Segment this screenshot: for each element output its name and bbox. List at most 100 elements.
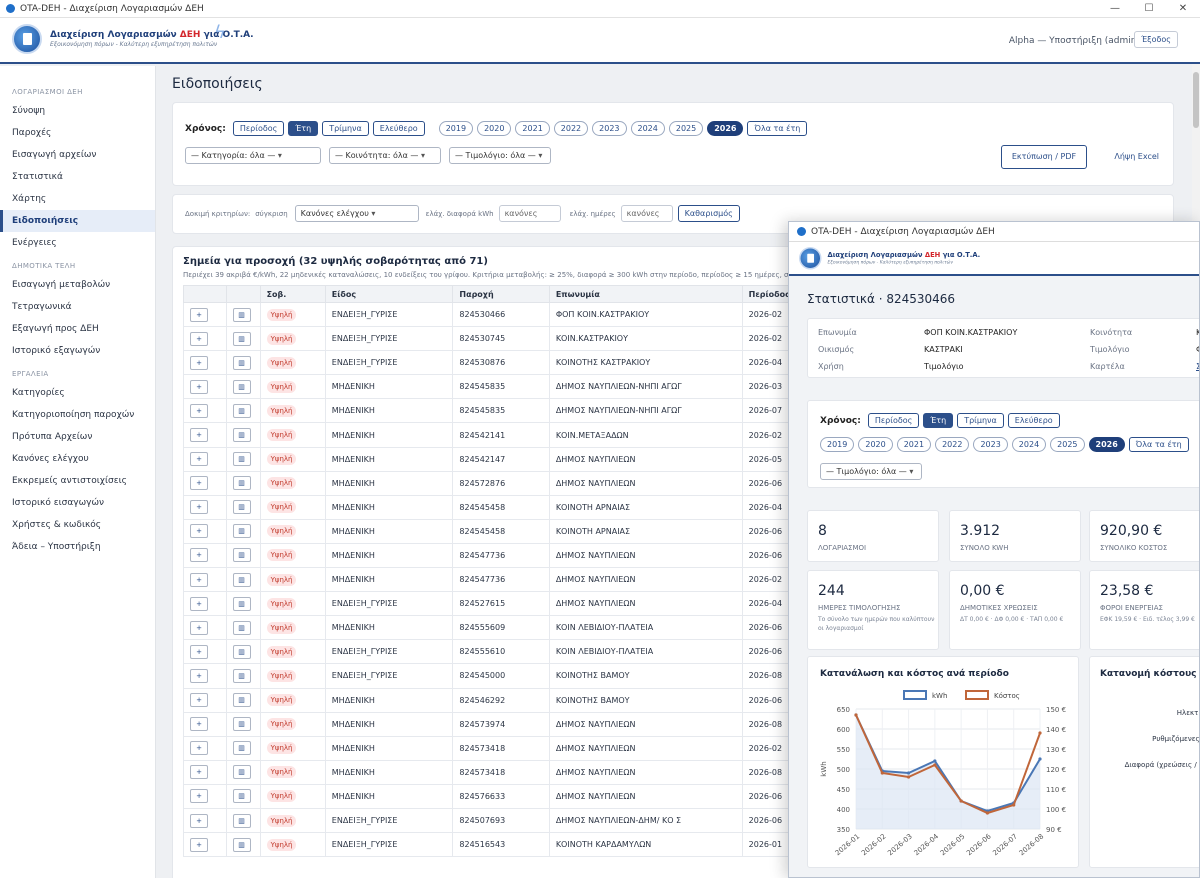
expand-button[interactable]: + [190, 717, 208, 732]
excel-download-link[interactable]: Λήψη Excel [1114, 152, 1159, 161]
expand-button[interactable]: + [190, 548, 208, 563]
expand-button[interactable]: + [190, 476, 208, 491]
sidebar-item-2-2[interactable]: Πρότυπα Αρχείων [0, 426, 155, 448]
year-2025[interactable]: 2025 [668, 121, 704, 136]
bar-chart-icon[interactable]: ▥ [232, 741, 251, 756]
statistics-year-2023[interactable]: 2023 [973, 437, 1008, 452]
expand-button[interactable]: + [190, 572, 208, 587]
sidebar-item-0-4[interactable]: Χάρτης [0, 188, 155, 210]
column-header-0[interactable] [183, 285, 227, 303]
mode-2[interactable]: Τρίμηνα [322, 121, 369, 136]
expand-button[interactable]: + [190, 379, 208, 394]
mode-0[interactable]: Περίοδος [232, 121, 285, 136]
year-2026[interactable]: 2026 [707, 121, 744, 136]
statistics-mode-1[interactable]: Έτη [923, 413, 954, 428]
logo[interactable]: Διαχείριση Λογαριασμών ΔΕΗ για Ο.Τ.Α. Εξ… [799, 247, 980, 270]
bar-chart-icon[interactable]: ▥ [232, 428, 251, 443]
sidebar-item-2-4[interactable]: Εκκρεμείς αντιστοιχίσεις [0, 470, 155, 492]
sidebar-item-1-2[interactable]: Εξαγωγή προς ΔΕΗ [0, 318, 155, 340]
expand-button[interactable]: + [190, 331, 208, 346]
close-icon[interactable]: ✕ [1166, 0, 1200, 18]
sidebar-item-0-1[interactable]: Παροχές [0, 122, 155, 144]
sidebar-item-0-0[interactable]: Σύνοψη [0, 100, 155, 122]
expand-button[interactable]: + [190, 765, 208, 780]
year-2019[interactable]: 2019 [438, 121, 474, 136]
category-select[interactable]: — Κατηγορία: όλα — [185, 147, 321, 164]
info-card-link[interactable]: Σ [1196, 362, 1199, 371]
bar-chart-icon[interactable]: ▥ [232, 813, 251, 828]
expand-button[interactable]: + [190, 355, 208, 370]
expand-button[interactable]: + [190, 452, 208, 467]
bar-chart-icon[interactable]: ▥ [232, 379, 251, 394]
clear-button[interactable]: Καθαρισμός [677, 205, 740, 222]
expand-button[interactable]: + [190, 500, 208, 515]
print-pdf-button[interactable]: Εκτύπωση / PDF [1001, 145, 1087, 169]
bar-chart-icon[interactable]: ▥ [232, 693, 251, 708]
logout-button[interactable]: Έξοδος [1134, 31, 1178, 48]
year-2024[interactable]: 2024 [630, 121, 665, 136]
statistics-year-2022[interactable]: 2022 [935, 437, 970, 452]
year-2023[interactable]: 2023 [592, 121, 627, 136]
expand-button[interactable]: + [190, 620, 208, 635]
statistics-year-2019[interactable]: 2019 [820, 437, 855, 452]
statistics-mode-0[interactable]: Περίοδος [867, 413, 920, 428]
mode-1[interactable]: Έτη [288, 121, 319, 136]
column-header-1[interactable] [225, 285, 261, 303]
bar-chart-icon[interactable]: ▥ [232, 644, 251, 659]
bar-chart-icon[interactable]: ▥ [232, 837, 251, 852]
sidebar-item-0-2[interactable]: Εισαγωγή αρχείων [0, 144, 155, 166]
compare-select[interactable]: Κανόνες ελέγχου [294, 205, 419, 222]
statistics-year-2024[interactable]: 2024 [1011, 437, 1047, 452]
bar-chart-icon[interactable]: ▥ [232, 620, 251, 635]
bar-chart-icon[interactable]: ▥ [232, 789, 251, 804]
bar-chart-icon[interactable]: ▥ [232, 403, 251, 418]
year-2020[interactable]: 2020 [477, 121, 512, 136]
mode-3[interactable]: Ελεύθερο [372, 121, 425, 136]
column-header-5[interactable]: Επωνυμία [548, 285, 743, 303]
minimize-icon[interactable]: — [1098, 0, 1132, 18]
bar-chart-icon[interactable]: ▥ [232, 765, 251, 780]
bar-chart-icon[interactable]: ▥ [232, 331, 251, 346]
statistics-mode-3[interactable]: Ελεύθερο [1007, 413, 1060, 428]
community-select[interactable]: — Κοινότητα: όλα — [329, 147, 441, 164]
maximize-icon[interactable]: ☐ [1132, 0, 1166, 18]
sidebar-item-2-7[interactable]: Άδεια – Υποστήριξη [0, 536, 155, 558]
all-years-button[interactable]: Όλα τα έτη [747, 121, 808, 136]
column-header-4[interactable]: Παροχή [452, 285, 550, 303]
expand-button[interactable]: + [190, 403, 208, 418]
expand-button[interactable]: + [190, 428, 208, 443]
sidebar-item-1-3[interactable]: Ιστορικό εξαγωγών [0, 340, 155, 362]
expand-button[interactable]: + [190, 644, 208, 659]
sidebar-item-2-1[interactable]: Κατηγοριοποίηση παροχών [0, 404, 155, 426]
statistics-all-years-button[interactable]: Όλα τα έτη [1128, 437, 1189, 452]
bar-chart-icon[interactable]: ▥ [232, 500, 251, 515]
sidebar-item-0-6[interactable]: Ενέργειες [0, 232, 155, 254]
expand-button[interactable]: + [190, 596, 208, 611]
column-header-3[interactable]: Είδος [324, 285, 454, 303]
expand-button[interactable]: + [190, 693, 208, 708]
expand-button[interactable]: + [190, 789, 208, 804]
year-2021[interactable]: 2021 [515, 121, 550, 136]
sidebar-item-0-5[interactable]: Ειδοποιήσεις [0, 210, 155, 232]
bar-chart-icon[interactable]: ▥ [232, 452, 251, 467]
expand-button[interactable]: + [190, 813, 208, 828]
expand-button[interactable]: + [190, 668, 208, 683]
sidebar-item-0-3[interactable]: Στατιστικά [0, 166, 155, 188]
expand-button[interactable]: + [190, 524, 208, 539]
bar-chart-icon[interactable]: ▥ [232, 548, 251, 563]
column-header-2[interactable]: Σοβ. [259, 285, 326, 303]
year-2022[interactable]: 2022 [553, 121, 589, 136]
bar-chart-icon[interactable]: ▥ [232, 307, 251, 322]
statistics-year-2026[interactable]: 2026 [1088, 437, 1125, 452]
min-days-input[interactable]: κανόνες [620, 205, 673, 222]
expand-button[interactable]: + [190, 837, 208, 852]
bar-chart-icon[interactable]: ▥ [232, 572, 251, 587]
statistics-mode-2[interactable]: Τρίμηνα [957, 413, 1004, 428]
sidebar-item-2-5[interactable]: Ιστορικό εισαγωγών [0, 492, 155, 514]
bar-chart-icon[interactable]: ▥ [232, 524, 251, 539]
bar-chart-icon[interactable]: ▥ [232, 596, 251, 611]
bar-chart-icon[interactable]: ▥ [232, 668, 251, 683]
sidebar-item-2-0[interactable]: Κατηγορίες [0, 382, 155, 404]
min-kwh-input[interactable]: κανόνες [498, 205, 561, 222]
sidebar-item-2-6[interactable]: Χρήστες & κωδικός [0, 514, 155, 536]
